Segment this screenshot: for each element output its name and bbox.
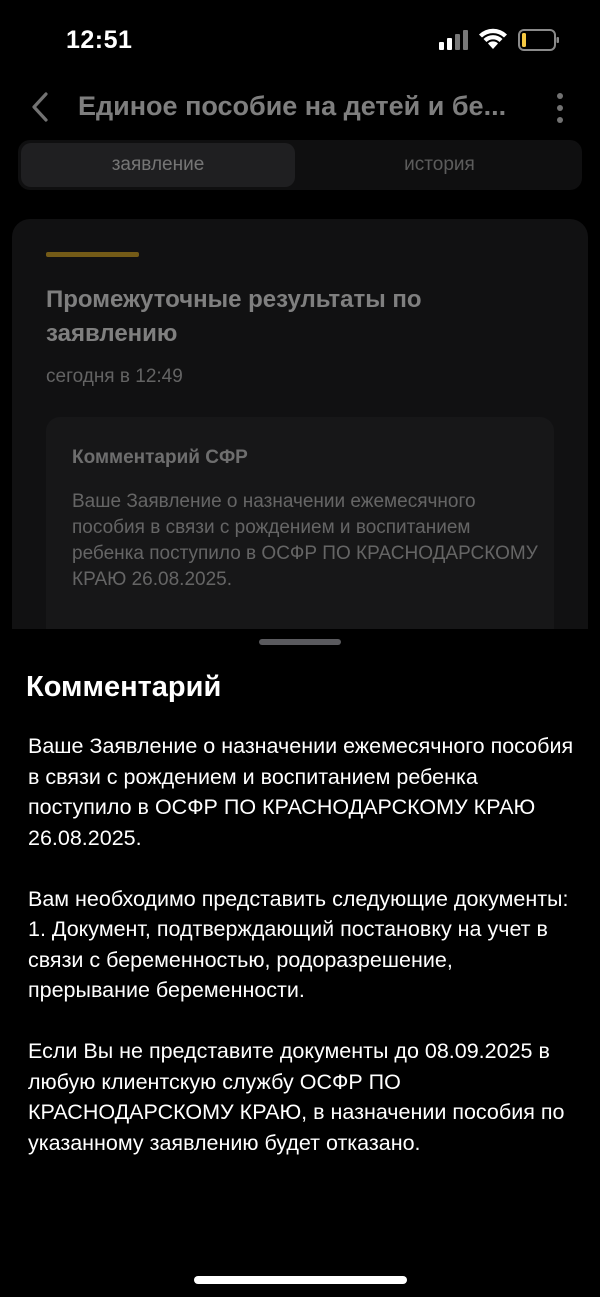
status-time: 12:51	[66, 26, 133, 54]
nav-header: Единое пособие на детей и бе...	[0, 80, 600, 136]
screen: 12:51 Единое пособие на детей и бе... за…	[0, 0, 600, 1297]
card-title: Промежуточные результаты по заявлению	[46, 286, 422, 347]
cellular-signal-icon	[439, 30, 468, 50]
sheet-grabber-handle[interactable]	[259, 639, 341, 645]
wifi-icon	[479, 28, 507, 49]
home-indicator[interactable]	[194, 1276, 407, 1284]
tab-history[interactable]: история	[300, 143, 579, 187]
battery-icon	[518, 29, 559, 51]
comment-box[interactable]: Комментарий СФР Ваше Заявление о назначе…	[46, 417, 554, 639]
page-title: Единое пособие на детей и бе...	[78, 91, 507, 121]
tabs-segmented-control: заявление история	[18, 140, 582, 190]
sheet-body-text: Ваше Заявление о назначении ежемесячного…	[28, 734, 574, 1155]
sheet-title: Комментарий	[26, 671, 222, 703]
comment-label: Комментарий СФР	[72, 447, 248, 468]
status-bar: 12:51	[0, 0, 600, 80]
comment-preview: Ваше Заявление о назначении ежемесячного…	[72, 491, 538, 590]
tab-application[interactable]: заявление	[21, 143, 295, 187]
application-status-card: Промежуточные результаты по заявлению се…	[12, 219, 588, 639]
more-vertical-icon[interactable]	[552, 92, 568, 124]
card-timestamp: сегодня в 12:49	[46, 366, 183, 387]
back-chevron-icon[interactable]	[28, 90, 54, 124]
comment-bottom-sheet: Комментарий Ваше Заявление о назначении …	[0, 629, 600, 1297]
card-accent-bar	[46, 252, 139, 257]
